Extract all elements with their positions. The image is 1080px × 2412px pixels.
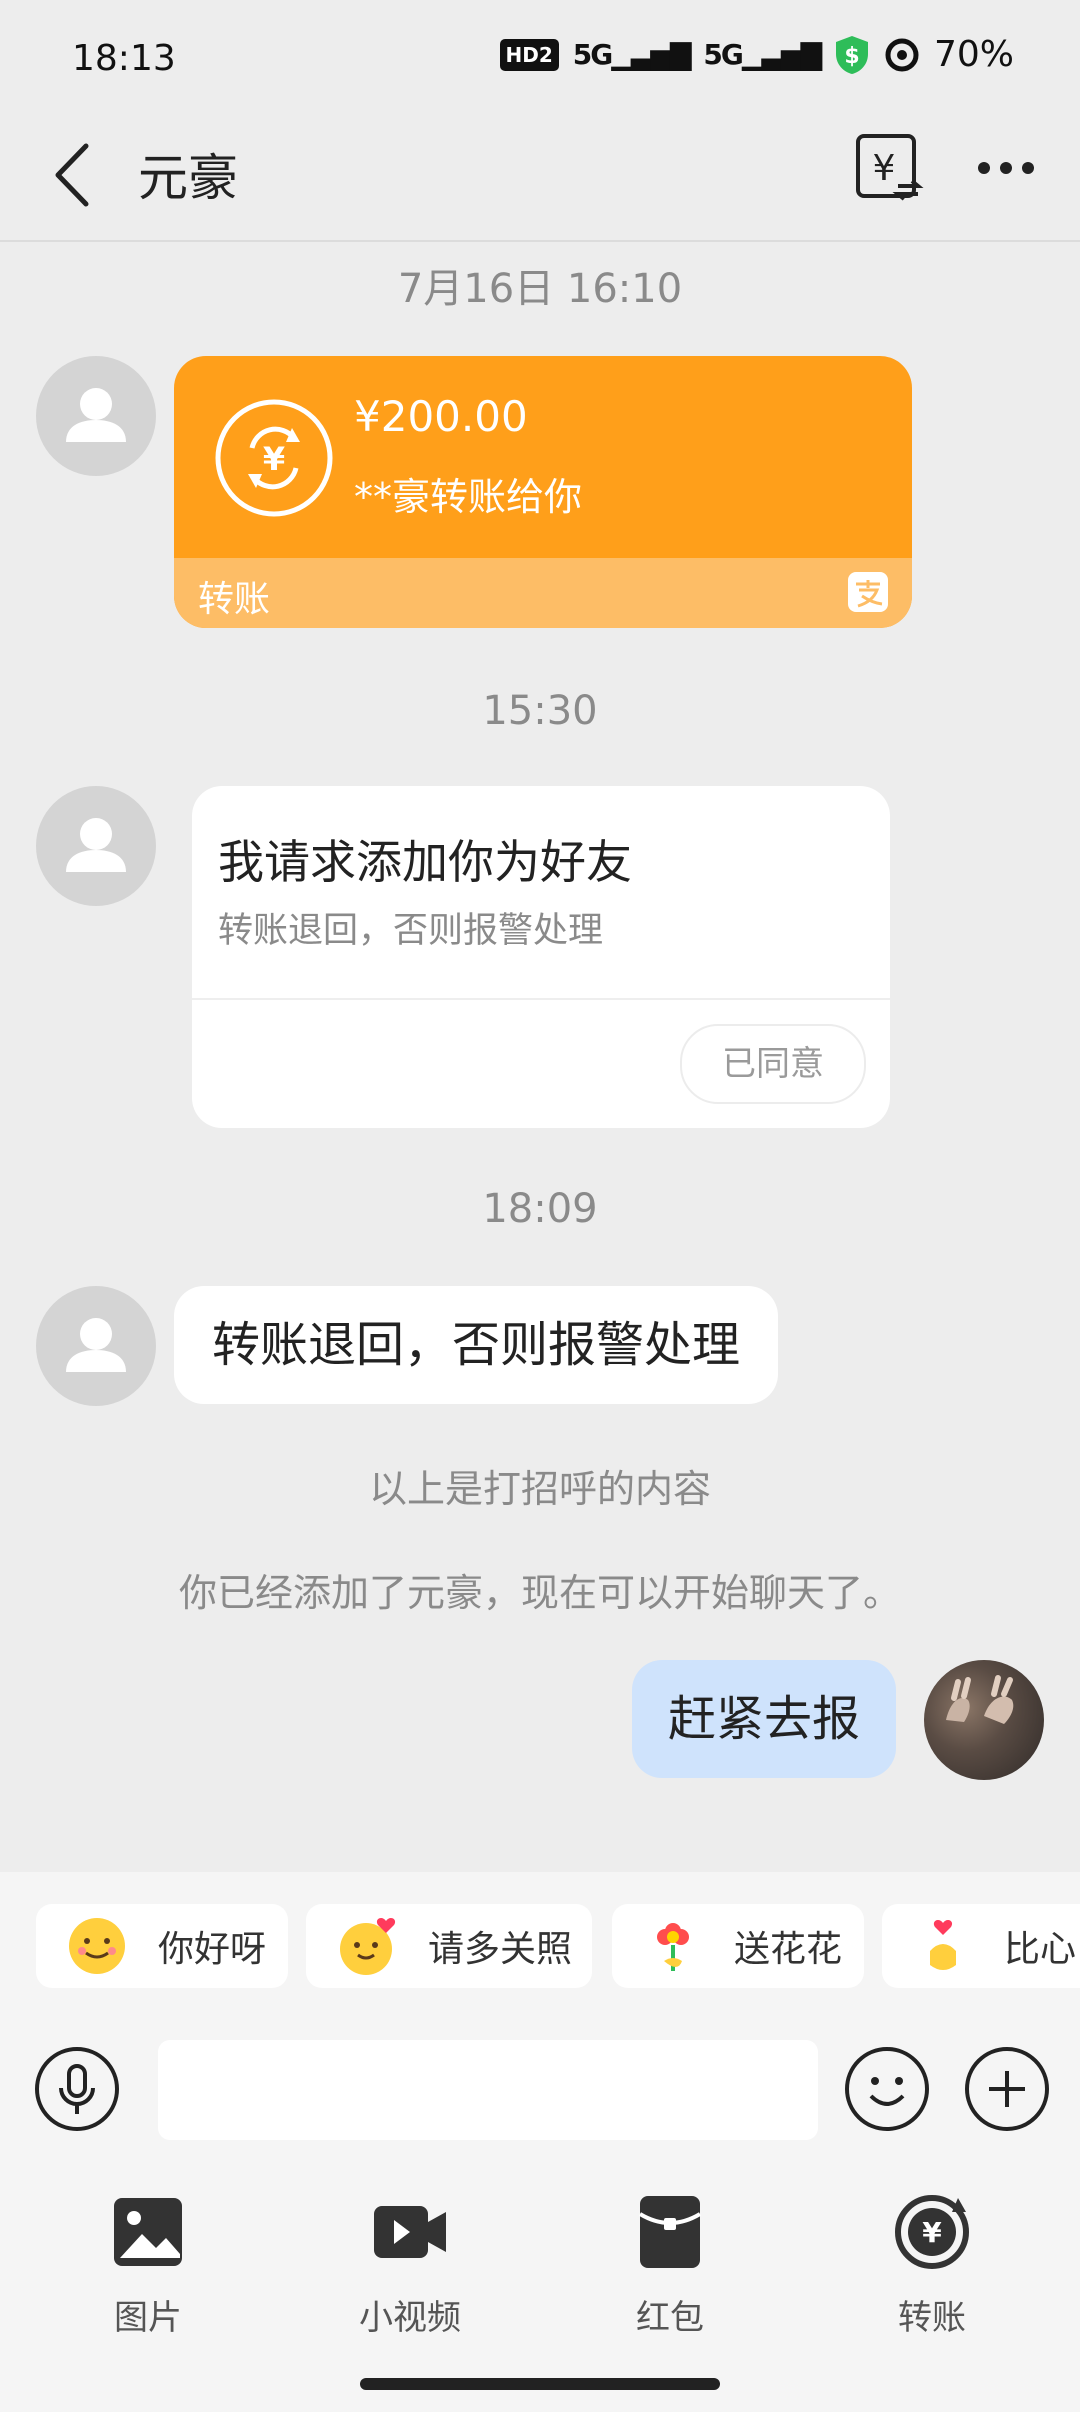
quick-reply-label: 请多关照 [428,1929,573,1970]
default-user-icon [66,818,126,872]
tool-label: 小视频 [359,2298,461,2338]
transfer-description: **豪转账给你 [354,475,583,519]
image-icon [114,2198,182,2266]
quick-reply-label: 比心 [1004,1929,1077,1970]
shield-dollar-icon: $ [835,35,868,74]
quick-reply-label: 你好呀 [158,1929,267,1970]
finger-heart-icon [930,1920,956,1970]
incoming-message-bubble[interactable]: 转账退回，否则报警处理 [174,1286,779,1404]
signal-5g-icon: 5G▁▃▅▇ [572,38,692,71]
flower-icon [657,1923,689,1971]
video-icon [374,2206,446,2258]
alipay-logo-icon [848,572,888,612]
more-options-icon[interactable] [976,150,1036,186]
divider [192,998,890,1000]
outgoing-message-bubble[interactable]: 赶紧去报 [632,1660,897,1778]
quick-reply-send-flower[interactable]: 送花花 [612,1904,864,1988]
tool-video[interactable]: 小视频 [310,2192,510,2338]
accepted-button[interactable]: 已同意 [680,1024,866,1104]
timestamp: 18:09 [482,1186,598,1232]
default-user-icon [66,1318,126,1372]
system-message: 以上是打招呼的内容 [368,1467,711,1511]
tool-label: 图片 [114,2298,182,2338]
tool-label: 红包 [636,2298,704,2338]
contact-avatar[interactable] [36,786,156,906]
tool-transfer[interactable]: ¥ 转账 [832,2192,1032,2338]
back-arrow-icon[interactable] [50,140,94,210]
svg-text:¥: ¥ [263,440,285,478]
hd-voice-icon: HD2 [499,38,559,71]
tool-label: 转账 [898,2298,966,2338]
quick-reply-hello[interactable]: 你好呀 [36,1904,288,1988]
friend-request-title: 我请求添加你为好友 [218,835,632,889]
svg-text:$: $ [844,44,859,69]
transfer-card[interactable]: ¥ ¥200.00 **豪转账给你 转账 [174,356,912,628]
contact-avatar[interactable] [36,1286,156,1406]
quick-reply-label: 送花花 [734,1929,843,1970]
battery-level: 70% [933,34,1014,75]
red-packet-icon [638,2196,702,2268]
my-avatar[interactable] [924,1660,1044,1780]
chat-title: 元豪 [138,149,238,207]
transfer-yen-icon: ¥ [215,399,333,517]
battery-ring-icon [885,38,919,71]
signal-5g-icon-2: 5G▁▃▅▇ [703,38,822,71]
friend-request-message: 转账退回，否则报警处理 [218,911,604,951]
hug-face-icon [340,1918,396,1975]
contact-avatar[interactable] [36,356,156,476]
smiling-face-icon [69,1918,125,1974]
transfer-card-footer [174,558,912,628]
transfer-icon: ¥ [895,2195,969,2269]
svg-text:¥: ¥ [922,2216,942,2249]
transfer-amount: ¥200.00 [354,392,528,441]
status-time: 18:13 [72,38,176,79]
timestamp: 15:30 [482,688,598,734]
quick-reply-please-take-care[interactable]: 请多关照 [306,1904,592,1988]
system-message: 你已经添加了元豪，现在可以开始聊天了。 [178,1571,901,1615]
friend-request-card: 我请求添加你为好友 转账退回，否则报警处理 已同意 [192,786,890,1128]
tool-image[interactable]: 图片 [48,2192,248,2338]
emoji-icon[interactable] [844,2046,930,2132]
timestamp: 7月16日 16:10 [397,266,683,312]
status-icons: HD2 5G▁▃▅▇ 5G▁▃▅▇ $ 70% [499,34,1014,75]
tool-red-packet[interactable]: 红包 [570,2192,770,2338]
transfer-record-icon[interactable]: ¥ [854,132,924,204]
message-input[interactable] [158,2040,818,2140]
quick-reply-heart[interactable]: 比心 [882,1904,1080,1988]
transfer-label: 转账 [198,579,271,620]
svg-text:¥: ¥ [873,148,896,189]
hands-photo-icon [946,1675,1014,1724]
voice-input-icon[interactable] [34,2046,120,2132]
default-user-icon [66,388,126,442]
plus-icon[interactable] [964,2046,1050,2132]
home-indicator[interactable] [360,2378,720,2390]
